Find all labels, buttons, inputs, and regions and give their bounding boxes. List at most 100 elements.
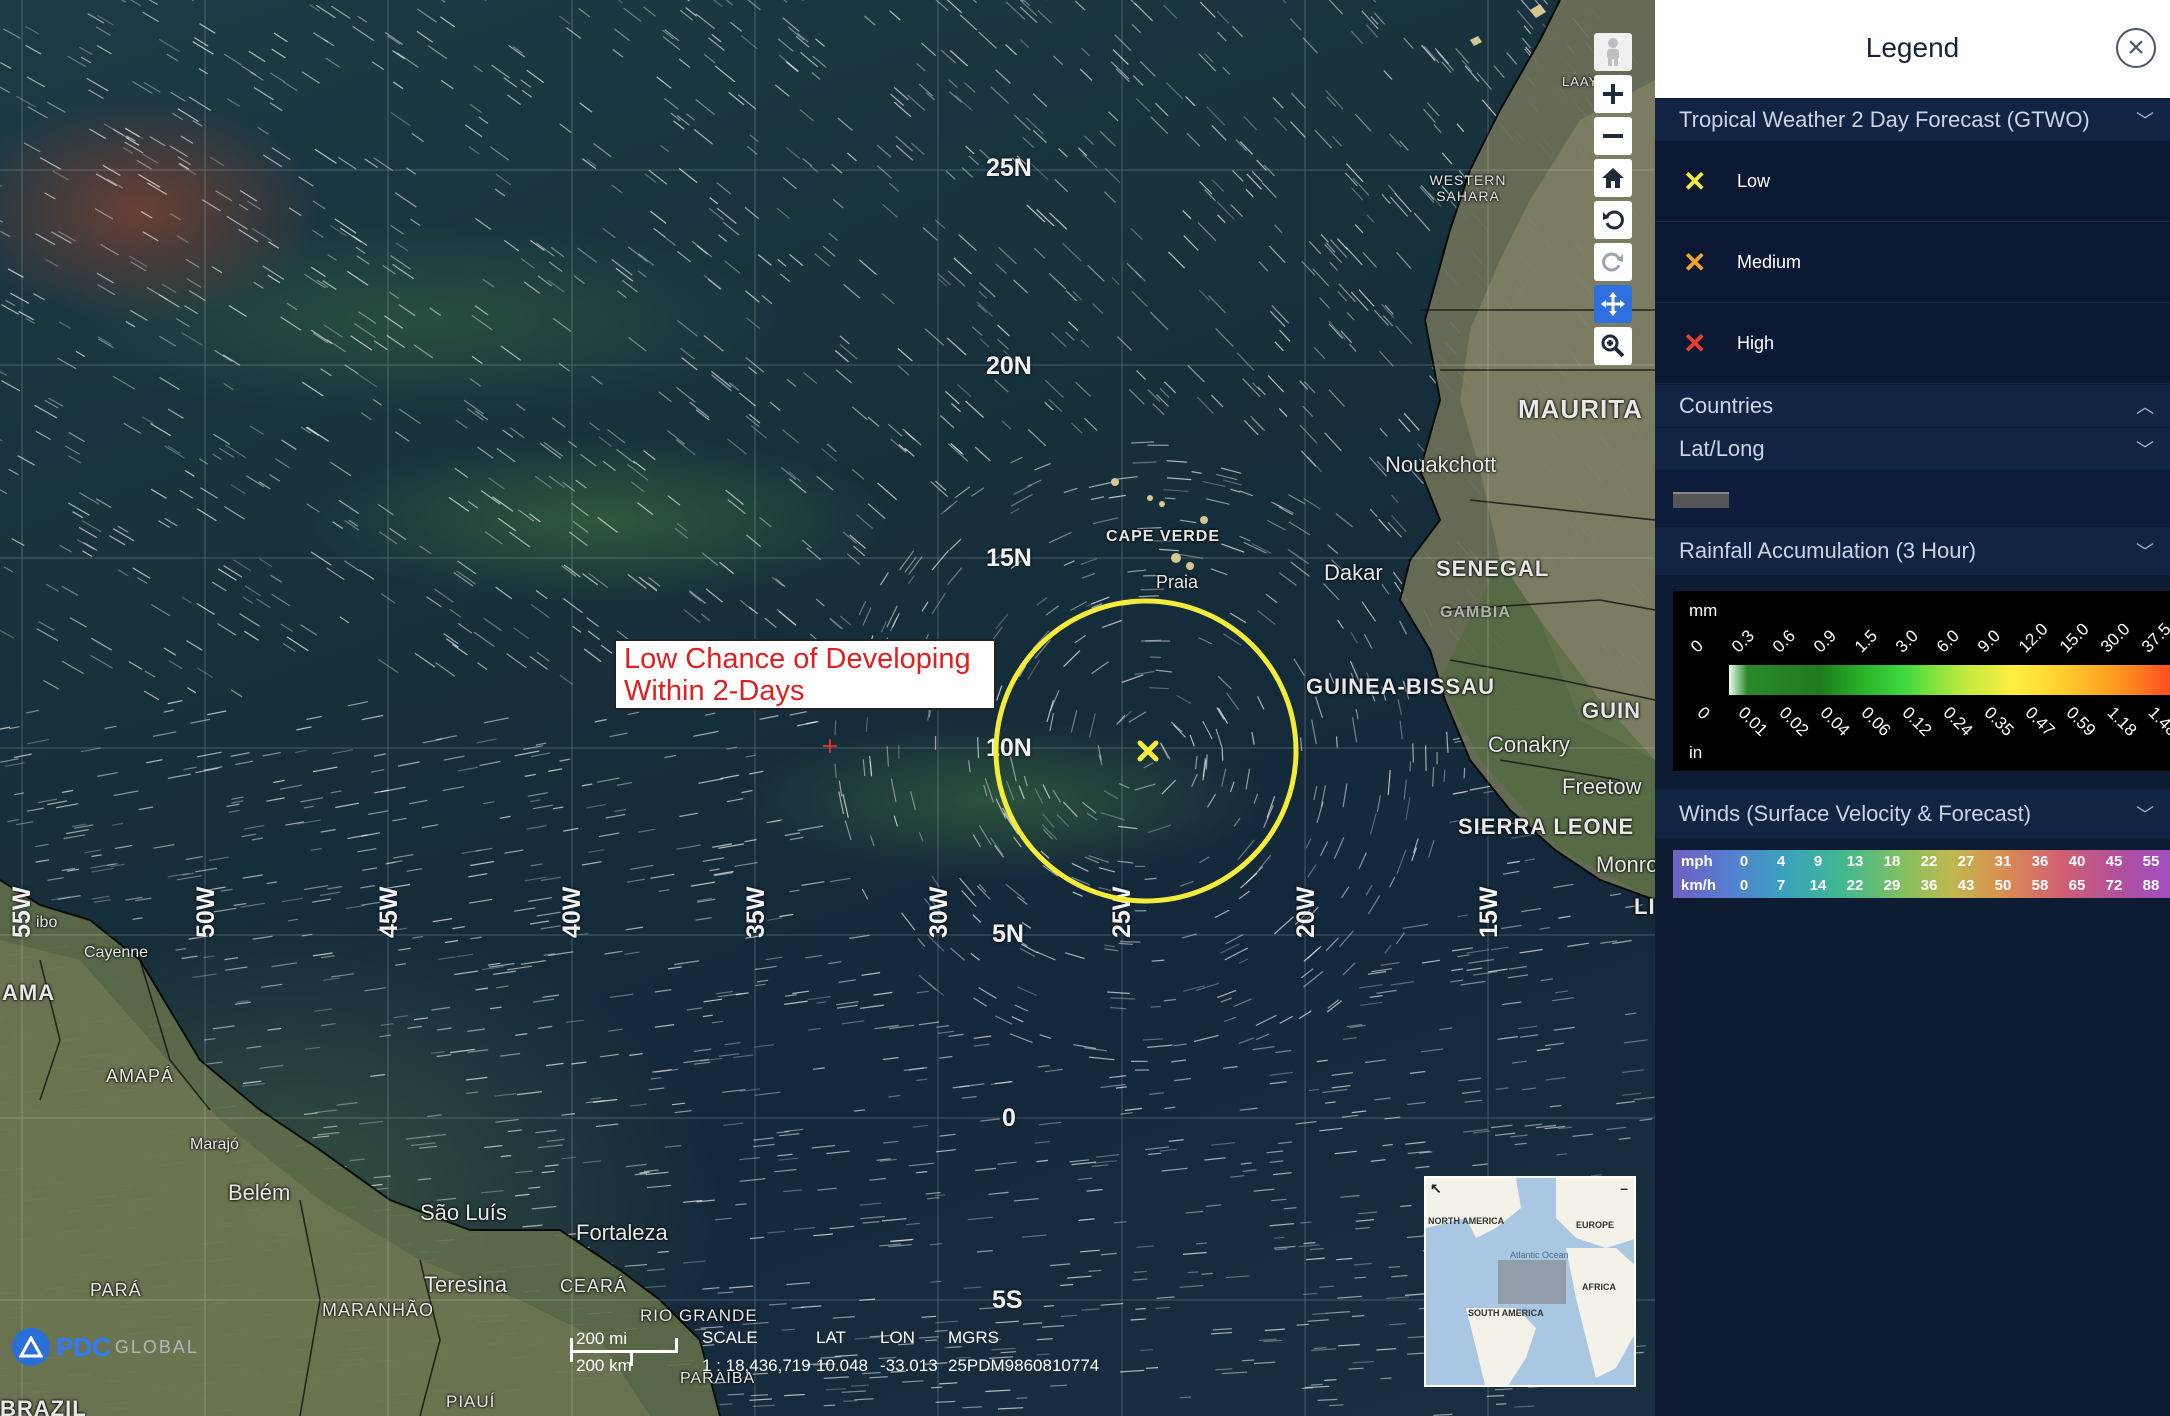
rotate-left-icon[interactable] <box>1594 201 1632 239</box>
medium-x-icon: ✕ <box>1683 246 1707 278</box>
legend-section-latlong[interactable]: Lat/Long ﹀ <box>1655 427 2170 470</box>
rainfall-gradient <box>1729 665 2170 695</box>
scale-miles: 200 mi <box>576 1329 628 1348</box>
wind-mph-value: 55 <box>2142 853 2160 870</box>
rainfall-in-tick: 0.01 <box>1734 703 1772 740</box>
zoom-out-icon[interactable] <box>1594 117 1632 155</box>
annotation-line-1: Low Chance of Developing <box>624 643 971 675</box>
rainfall-scale: mm in 0 0.3 0.6 0.9 1.5 3.0 6.0 9.0 12.0 15.0 30.0… <box>1673 591 2170 771</box>
wind-kmh-value: 0 <box>1739 877 1749 894</box>
pdc-logo-icon <box>12 1328 50 1366</box>
coord-lon-value: -33.013 <box>880 1356 938 1375</box>
wind-unit-mph: mph <box>1681 853 1713 870</box>
scale-km: 200 km <box>576 1356 632 1375</box>
zoom-in-icon[interactable] <box>1594 75 1632 113</box>
wind-mph-value: 9 <box>1813 853 1823 870</box>
wind-kmh-value: 43 <box>1957 877 1975 894</box>
overview-label-africa: AFRICA <box>1582 1282 1616 1292</box>
close-icon[interactable]: × <box>2116 28 2156 68</box>
rainfall-in-tick: 0.02 <box>1775 703 1813 740</box>
wind-mph-value: 40 <box>2068 853 2086 870</box>
pan-icon[interactable] <box>1594 285 1632 323</box>
wind-kmh-value: 7 <box>1776 877 1786 894</box>
gtwo-label-high: High <box>1737 332 1775 353</box>
chevron-down-icon: ﹀ <box>2136 111 2154 131</box>
annotation-line-2: Within 2-Days <box>624 675 805 707</box>
storm-annotation-box: Low Chance of Developing Within 2-Days <box>614 639 996 710</box>
home-icon[interactable] <box>1594 159 1632 197</box>
coord-lat-header: LAT <box>816 1328 846 1347</box>
coord-lat-value: 10.048 <box>816 1356 868 1375</box>
rainfall-mm-tick: 9.0 <box>1973 626 2005 657</box>
wind-kmh-value: 58 <box>2031 877 2049 894</box>
overview-map[interactable]: ↖ – NORTH AMERICA EUROPE Atlantic Ocean … <box>1424 1176 1636 1387</box>
legend-panel: Legend × Tropical Weather 2 Day Forecast… <box>1655 0 2170 1416</box>
gtwo-item-low: ✕ Low <box>1655 141 2170 222</box>
rainfall-mm-tick: 6.0 <box>1932 626 1964 657</box>
wind-unit-kmh: km/h <box>1681 877 1717 894</box>
rainfall-in-tick: 1.48 <box>2144 703 2170 740</box>
legend-section-winds[interactable]: Winds (Surface Velocity & Forecast) ﹀ <box>1655 789 2170 838</box>
coord-scale-value: 1 : 18,436,719 <box>702 1356 811 1375</box>
rainfall-in-tick: 0.24 <box>1939 703 1977 740</box>
cursor-crosshair-icon <box>823 739 837 753</box>
latlong-line-swatch <box>1673 492 1729 508</box>
rainfall-in-tick: 0 <box>1693 703 1714 724</box>
rainfall-in-tick: 0.06 <box>1857 703 1895 740</box>
zoom-box-icon[interactable] <box>1594 327 1632 365</box>
storm-low-marker-icon <box>1137 740 1159 762</box>
coord-scale-header: SCALE <box>702 1328 758 1347</box>
pegman-icon[interactable] <box>1594 33 1632 71</box>
countries-section-label: Countries <box>1679 393 1774 418</box>
gtwo-label-medium: Medium <box>1737 251 1802 272</box>
wind-kmh-value: 14 <box>1809 877 1827 894</box>
rainfall-mm-tick: 0.3 <box>1727 626 1759 657</box>
rainfall-mm-tick: 37.5 <box>2137 619 2170 657</box>
overview-label-europe: EUROPE <box>1576 1220 1615 1230</box>
map-view[interactable]: 25N 20N 15N 10N 5N 0 5S 55W 50W 45W 40W … <box>0 0 1655 1416</box>
wind-mph-value: 31 <box>1994 853 2012 870</box>
gtwo-item-medium: ✕ Medium <box>1655 222 2170 303</box>
high-x-icon: ✕ <box>1683 327 1707 359</box>
rainfall-mm-tick: 3.0 <box>1891 626 1923 657</box>
chevron-up-icon: ︿ <box>2136 397 2154 417</box>
coord-lon-header: LON <box>880 1328 915 1347</box>
legend-section-gtwo[interactable]: Tropical Weather 2 Day Forecast (GTWO) ﹀ <box>1655 98 2170 141</box>
overview-label-atlantic: Atlantic Ocean <box>1510 1250 1569 1260</box>
overview-label-north-america: NORTH AMERICA <box>1428 1216 1505 1226</box>
winds-section-label: Winds (Surface Velocity & Forecast) <box>1679 801 2032 826</box>
rainfall-unit-in: in <box>1689 743 1703 762</box>
wind-mph-value: 22 <box>1920 853 1938 870</box>
overview-minimize-icon[interactable]: – <box>1620 1180 1628 1196</box>
wind-mph-value: 45 <box>2105 853 2123 870</box>
rainfall-in-tick: 0.35 <box>1980 703 2018 740</box>
wind-mph-value: 13 <box>1846 853 1864 870</box>
chevron-down-icon: ﹀ <box>2136 542 2154 562</box>
chevron-down-icon: ﹀ <box>2136 440 2154 460</box>
overview-label-south-america: SOUTH AMERICA <box>1468 1308 1544 1318</box>
wind-mph-value: 4 <box>1776 853 1786 870</box>
wind-mph-row: mph 0 4 9 13 18 22 27 31 36 40 45 55 <box>1673 850 2170 874</box>
rainfall-in-tick: 0.04 <box>1816 703 1854 740</box>
legend-title: Legend <box>1865 32 1960 63</box>
wind-kmh-value: 29 <box>1883 877 1901 894</box>
wind-kmh-value: 88 <box>2142 877 2160 894</box>
logo-brand: PDC <box>56 1331 111 1362</box>
latlong-section-label: Lat/Long <box>1679 436 1765 461</box>
wind-mph-value: 0 <box>1739 853 1749 870</box>
legend-section-rainfall[interactable]: Rainfall Accumulation (3 Hour) ﹀ <box>1655 526 2170 575</box>
rainfall-in-tick: 0.47 <box>2021 703 2059 740</box>
rainfall-mm-tick: 0.9 <box>1809 626 1841 657</box>
overview-expand-icon[interactable]: ↖ <box>1430 1180 1442 1197</box>
rotate-right-icon[interactable] <box>1594 243 1632 281</box>
wind-kmh-row: km/h 0 7 14 22 29 36 43 50 58 65 72 88 <box>1673 874 2170 898</box>
legend-section-countries[interactable]: Countries ︿ <box>1655 384 2170 427</box>
gtwo-label-low: Low <box>1737 170 1771 191</box>
latlong-legend-body <box>1655 470 2170 526</box>
rainfall-mm-tick: 1.5 <box>1850 626 1882 657</box>
coord-mgrs-value: 25PDM9860810774 <box>948 1356 1100 1375</box>
map-toolbar <box>1594 33 1632 369</box>
wind-kmh-value: 72 <box>2105 877 2123 894</box>
wind-mph-value: 18 <box>1883 853 1901 870</box>
rainfall-mm-tick: 30.0 <box>2096 619 2134 657</box>
